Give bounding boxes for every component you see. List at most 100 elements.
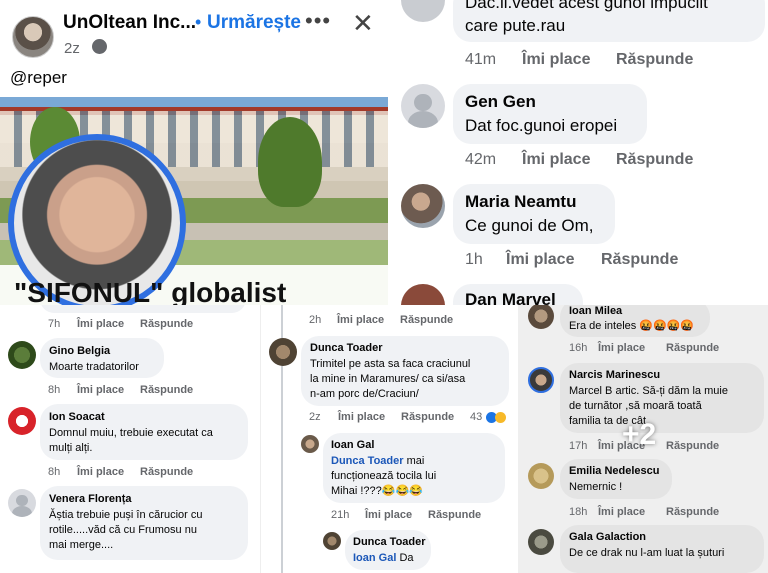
post-image[interactable]: "SIFONUL" globalist bbox=[0, 97, 388, 305]
comment-text: de turnător ,să moară toată bbox=[569, 400, 702, 412]
commenter-avatar[interactable] bbox=[8, 341, 36, 369]
reply-link[interactable]: Răspunde bbox=[401, 411, 454, 423]
comment-text: Dac.il.vedet acest gunoi impucilt bbox=[465, 0, 708, 12]
like-link[interactable]: Îmi place bbox=[598, 342, 645, 354]
image-tree bbox=[258, 117, 322, 207]
like-link[interactable]: Îmi place bbox=[337, 314, 384, 326]
like-link[interactable]: Îmi place bbox=[522, 51, 590, 69]
comment-time[interactable]: 21h bbox=[331, 509, 349, 521]
haha-reaction-icon bbox=[495, 412, 506, 423]
commenter-name[interactable]: Gen Gen bbox=[465, 92, 536, 112]
like-link[interactable]: Îmi place bbox=[77, 466, 124, 478]
reply-link[interactable]: Răspunde bbox=[140, 318, 193, 330]
comment-text: Mihai !???😂😂😂 bbox=[331, 485, 423, 497]
comments-panel-top: Dac.il.vedet acest gunoi impucilt care p… bbox=[389, 0, 768, 305]
comment-text: Ăștia trebuie puși în cărucior cu bbox=[49, 509, 203, 521]
commenter-avatar[interactable] bbox=[323, 532, 341, 550]
mention-link[interactable]: Ioan Gal bbox=[353, 552, 396, 564]
comment-text: Ce gunoi de Om, bbox=[465, 216, 594, 235]
reply-link[interactable]: Răspunde bbox=[666, 440, 719, 452]
post-panel: UnOltean Inc... • Urmărește ••• ✕ 2z @re… bbox=[0, 0, 395, 305]
commenter-name[interactable]: Ioan Gal bbox=[331, 439, 374, 451]
commenter-avatar[interactable] bbox=[8, 407, 36, 435]
comment-text: funcționează tocila lui bbox=[331, 470, 437, 482]
reply-link[interactable]: Răspunde bbox=[616, 51, 693, 69]
reply-link[interactable]: Răspunde bbox=[601, 251, 678, 269]
comment-text: Ioan Gal Da bbox=[353, 552, 414, 564]
page-avatar[interactable] bbox=[12, 16, 54, 58]
comment-time[interactable]: 16h bbox=[569, 342, 587, 354]
commenter-name[interactable]: Venera Florența bbox=[49, 493, 132, 505]
reply-link[interactable]: Răspunde bbox=[140, 466, 193, 478]
commenter-name[interactable]: Dunca Toader bbox=[310, 342, 383, 354]
commenter-name[interactable]: Dunca Toader bbox=[353, 536, 426, 548]
commenter-avatar[interactable] bbox=[528, 463, 554, 489]
comment-text: Dat foc.gunoi eropei bbox=[465, 116, 618, 135]
commenter-avatar[interactable] bbox=[528, 305, 554, 329]
commenter-avatar[interactable] bbox=[528, 529, 554, 555]
more-icon[interactable]: ••• bbox=[305, 8, 331, 34]
reply-link[interactable]: Răspunde bbox=[666, 342, 719, 354]
mention-link[interactable]: Dunca Toader bbox=[331, 455, 404, 467]
comment-text: care pute.rau bbox=[465, 16, 566, 35]
comment-time[interactable]: 8h bbox=[48, 466, 60, 478]
commenter-avatar[interactable] bbox=[8, 489, 36, 517]
commenter-name[interactable]: Ion Soacat bbox=[49, 411, 105, 423]
separator-dot: • bbox=[195, 12, 202, 32]
like-link[interactable]: Îmi place bbox=[77, 384, 124, 396]
comments-panel-left: 7h Îmi place Răspunde Gino Belgia Moarte… bbox=[0, 305, 260, 573]
comment-text: rotile.....văd că cu Frumosu nu bbox=[49, 524, 197, 536]
comment-time[interactable]: 2z bbox=[309, 411, 321, 423]
commenter-name[interactable]: Ioan Milea bbox=[569, 305, 622, 317]
more-images-overlay[interactable]: +2 bbox=[622, 418, 656, 452]
commenter-avatar[interactable] bbox=[301, 435, 319, 453]
comment-time[interactable]: 17h bbox=[569, 440, 587, 452]
comment-text: mai merge.... bbox=[49, 539, 114, 551]
like-link[interactable]: Îmi place bbox=[77, 318, 124, 330]
post-time[interactable]: 2z bbox=[64, 40, 80, 57]
follow-button[interactable]: Urmărește bbox=[207, 12, 301, 34]
commenter-name[interactable]: Dan Marvel bbox=[465, 290, 556, 305]
commenter-name[interactable]: Narcis Marinescu bbox=[569, 369, 660, 381]
like-link[interactable]: Îmi place bbox=[522, 151, 590, 169]
reaction-count[interactable]: 43 bbox=[470, 411, 482, 423]
commenter-avatar[interactable] bbox=[401, 84, 445, 128]
reply-link[interactable]: Răspunde bbox=[428, 509, 481, 521]
commenter-name[interactable]: Gala Galaction bbox=[569, 531, 646, 543]
reply-link[interactable]: Răspunde bbox=[666, 506, 719, 518]
comment-text: Nemernic ! bbox=[569, 481, 623, 493]
like-link[interactable]: Îmi place bbox=[598, 506, 645, 518]
commenter-avatar[interactable] bbox=[528, 367, 554, 393]
comment-text: Trimitel pe asta sa faca craciunul bbox=[310, 358, 471, 370]
comment-text: Moarte tradatorilor bbox=[49, 361, 139, 373]
comment-text: la mine in Maramures/ ca si/asa bbox=[310, 373, 466, 385]
reply-link[interactable]: Răspunde bbox=[616, 151, 693, 169]
comment-text: Dunca Toader mai bbox=[331, 455, 425, 467]
like-link[interactable]: Îmi place bbox=[338, 411, 385, 423]
commenter-name[interactable]: Emilia Nedelescu bbox=[569, 465, 660, 477]
comment-bubble bbox=[40, 305, 246, 313]
reply-link[interactable]: Răspunde bbox=[400, 314, 453, 326]
comment-time[interactable]: 18h bbox=[569, 506, 587, 518]
page-name[interactable]: UnOltean Inc... bbox=[63, 12, 196, 34]
comment-time[interactable]: 41m bbox=[465, 51, 496, 69]
comment-time[interactable]: 7h bbox=[48, 318, 60, 330]
comment-text: Marcel B artic. Să-ți dăm la muie bbox=[569, 385, 728, 397]
comment-text: Era de inteles 🤬🤬🤬🤬 bbox=[569, 320, 695, 332]
commenter-name[interactable]: Gino Belgia bbox=[49, 345, 110, 357]
commenter-avatar[interactable] bbox=[401, 284, 445, 305]
comment-time[interactable]: 8h bbox=[48, 384, 60, 396]
close-icon[interactable]: ✕ bbox=[352, 8, 374, 39]
commenter-avatar[interactable] bbox=[401, 0, 445, 22]
commenter-name[interactable]: Maria Neamtu bbox=[465, 192, 576, 212]
comment-time[interactable]: 1h bbox=[465, 251, 483, 269]
reply-link[interactable]: Răspunde bbox=[140, 384, 193, 396]
post-text: @reper bbox=[10, 68, 67, 87]
comments-panel-right: Ioan Milea Era de inteles 🤬🤬🤬🤬 16h Îmi p… bbox=[518, 305, 768, 573]
like-link[interactable]: Îmi place bbox=[506, 251, 574, 269]
comment-time[interactable]: 2h bbox=[309, 314, 321, 326]
commenter-avatar[interactable] bbox=[401, 184, 445, 228]
commenter-avatar[interactable] bbox=[269, 338, 297, 366]
like-link[interactable]: Îmi place bbox=[365, 509, 412, 521]
comment-time[interactable]: 42m bbox=[465, 151, 496, 169]
